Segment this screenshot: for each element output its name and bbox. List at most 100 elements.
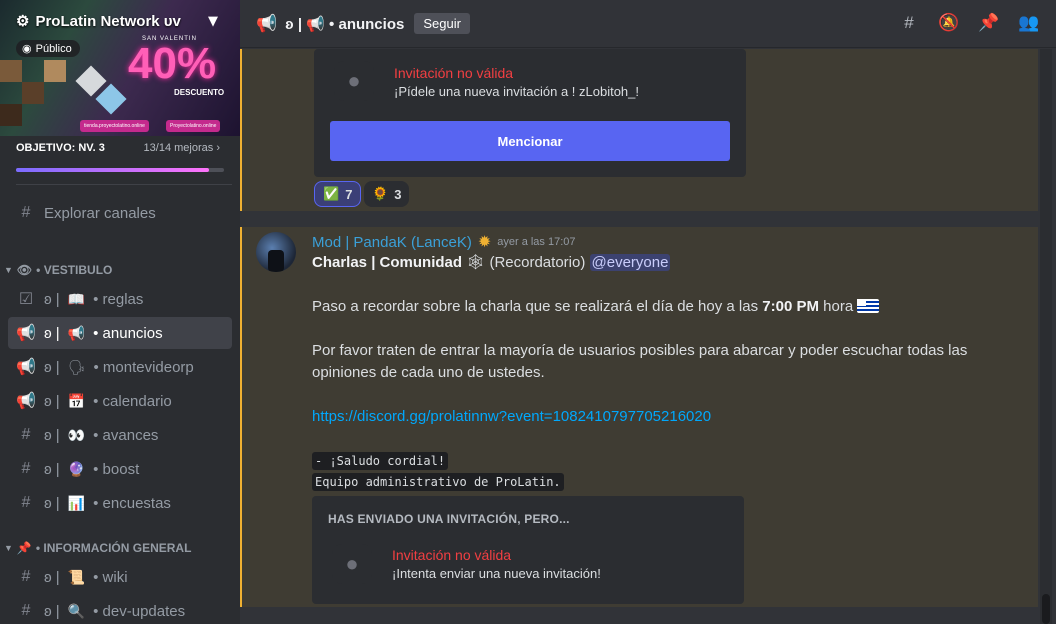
author-name[interactable]: Mod | PandaK (LanceK) (312, 234, 472, 251)
channel-emoji: 📖 (67, 290, 86, 307)
channel-name: • calendario (93, 392, 172, 410)
boost-goal[interactable]: OBJETIVO: NV. 3 13/14 mejoras › (16, 142, 224, 172)
explore-label: Explorar canales (44, 204, 156, 222)
highlighted-message: ● Invitación no válida ¡Pídele una nueva… (240, 49, 1038, 211)
channel-prefix: ʚ | (44, 568, 60, 586)
hashtag-icon: # (21, 494, 31, 511)
event-time: 7:00 PM (762, 298, 819, 315)
message-text: hora (818, 298, 854, 315)
category-informacion-general[interactable]: ▼ 📌 • INFORMACIÓN GENERAL (4, 541, 191, 555)
divider (16, 184, 232, 185)
notification-mute-icon[interactable]: 🔕 (938, 12, 960, 34)
inline-code: - ¡Saludo cordial! (312, 452, 449, 470)
uruguay-flag-icon (857, 299, 880, 313)
channel-prefix: ʚ | (44, 324, 60, 342)
member-list-icon[interactable]: 👥 (1018, 12, 1040, 34)
banner-pixel-art (0, 60, 22, 82)
banner-pixel-art (44, 60, 66, 82)
server-name[interactable]: ⚙ ProLatin Network ᴜᴠ (16, 12, 181, 31)
chevron-right-icon: › (216, 142, 220, 154)
announcement-icon: 📢 (16, 393, 36, 410)
chevron-down-icon: ▼ (4, 543, 13, 553)
message-line: Paso a recordar sobre la charla que se r… (312, 296, 880, 318)
channel-encuestas[interactable]: # ʚ | 📊 • encuestas (8, 487, 232, 519)
event-subtitle: (Recordatorio) (489, 254, 586, 271)
chevron-down-icon[interactable]: ▼ (208, 14, 218, 29)
public-badge: ◉ Público (16, 40, 80, 57)
mention-button[interactable]: Mencionar (330, 121, 730, 161)
hashtag-icon: # (21, 568, 31, 585)
public-label: Público (35, 42, 72, 55)
channel-name: • encuestas (93, 494, 171, 512)
channel-name: • avances (93, 426, 159, 444)
server-banner[interactable]: ⚙ ProLatin Network ᴜᴠ ▼ ◉ Público SAN VA… (0, 0, 240, 136)
invalid-invite-icon: ● (332, 544, 372, 584)
event-title: Charlas | Comunidad (312, 254, 463, 271)
channel-header: 📢 ʚ | 📢 • anuncios Seguir # 🔕 📌 👥 (240, 0, 1056, 48)
timestamp: ayer a las 17:07 (497, 236, 576, 248)
message-header: Mod | PandaK (LanceK) ✹ ayer a las 17:07 (312, 232, 576, 252)
channel-prefix: ʚ | (44, 392, 60, 410)
message-line: Charlas | Comunidad 🕸 (Recordatorio) @ev… (312, 252, 671, 274)
server-sidebar: ⚙ ProLatin Network ᴜᴠ ▼ ◉ Público SAN VA… (0, 0, 240, 624)
category-vestibulo[interactable]: ▼ 👁 • VESTIBULO (4, 263, 112, 277)
follow-button[interactable]: Seguir (414, 13, 470, 34)
invalid-invite-icon: ● (334, 61, 374, 101)
banner-pixel-art (0, 104, 22, 126)
message-text: opiniones de cada uno de ustedes. (312, 364, 545, 381)
reaction-sunflower[interactable]: 🌻 3 (364, 181, 410, 207)
channel-emoji: 📢 (67, 324, 86, 341)
channel-emoji: 👀 (67, 426, 86, 443)
channel-name: • anuncios (93, 324, 163, 342)
threads-icon[interactable]: # (898, 12, 920, 34)
everyone-mention[interactable]: @everyone (589, 254, 671, 271)
goal-progress-bar (16, 168, 224, 172)
channel-boost[interactable]: # ʚ | 🔮 • boost (8, 453, 232, 485)
sunflower-emoji-icon: 🌻 (372, 186, 389, 201)
invite-subtitle: ¡Intenta enviar una nueva invitación! (392, 566, 601, 581)
check-emoji-icon: ✅ (323, 186, 340, 201)
hashtag-icon: # (21, 426, 31, 443)
event-link[interactable]: https://discord.gg/prolatinnw?event=1082… (312, 406, 711, 428)
channel-name: • reglas (93, 290, 144, 308)
message-text: Por favor traten de entrar la mayoría de… (312, 342, 968, 359)
channel-reglas[interactable]: ☑ ʚ | 📖 • reglas (8, 283, 232, 315)
hashtag-icon: # (21, 602, 31, 619)
channel-avances[interactable]: # ʚ | 👀 • avances (8, 419, 232, 451)
reminder-emoji-icon: 🕸 (466, 254, 486, 271)
category-emoji: 📌 (16, 541, 32, 555)
channel-name: • boost (93, 460, 140, 478)
hashtag-browse-icon: # (21, 204, 31, 221)
server-name-label: ProLatin Network ᴜᴠ (35, 12, 181, 30)
channel-name: • wiki (93, 568, 128, 586)
channel-title: ʚ | 📢 • anuncios (285, 15, 405, 33)
category-emoji: 👁 (16, 263, 33, 277)
message-text: Paso a recordar sobre la charla que se r… (312, 298, 763, 315)
invalid-invite-card: HAS ENVIADO UNA INVITACIÓN, PERO... ● In… (312, 496, 744, 604)
channel-prefix: ʚ | (44, 494, 60, 512)
invite-header: HAS ENVIADO UNA INVITACIÓN, PERO... (328, 512, 570, 526)
channel-montevideorp[interactable]: 📢 ʚ | 🗣 • montevideorp (8, 351, 232, 383)
channel-prefix: ʚ | (44, 358, 60, 376)
channel-anuncios[interactable]: 📢 ʚ | 📢 • anuncios (8, 317, 232, 349)
invite-subtitle: ¡Pídele una nueva invitación a ! zLobito… (394, 84, 640, 99)
avatar[interactable] (256, 232, 296, 272)
category-label: • VESTIBULO (36, 263, 113, 277)
announcement-icon: 📢 (256, 13, 278, 33)
channel-wiki[interactable]: # ʚ | 📜 • wiki (8, 561, 232, 593)
goal-progress-fill (16, 168, 210, 172)
mod-badge-icon: ✹ (477, 234, 492, 251)
scrollbar-thumb[interactable] (1042, 594, 1050, 624)
chevron-down-icon: ▼ (4, 265, 13, 275)
channel-dev-updates[interactable]: # ʚ | 🔍 • dev-updates (8, 595, 232, 624)
announcement-icon: 📢 (16, 359, 36, 376)
channel-calendario[interactable]: 📢 ʚ | 📅 • calendario (8, 385, 232, 417)
banner-pixel-art (22, 82, 44, 104)
category-label: • INFORMACIÓN GENERAL (35, 541, 192, 555)
pin-icon[interactable]: 📌 (978, 12, 1000, 34)
reaction-check[interactable]: ✅ 7 (314, 181, 362, 207)
explore-channels[interactable]: # Explorar canales (8, 197, 232, 229)
rules-channel-icon: ☑ (18, 291, 34, 308)
header-toolbar: # 🔕 📌 👥 (898, 12, 1040, 34)
scrollbar-track[interactable] (1040, 49, 1052, 624)
